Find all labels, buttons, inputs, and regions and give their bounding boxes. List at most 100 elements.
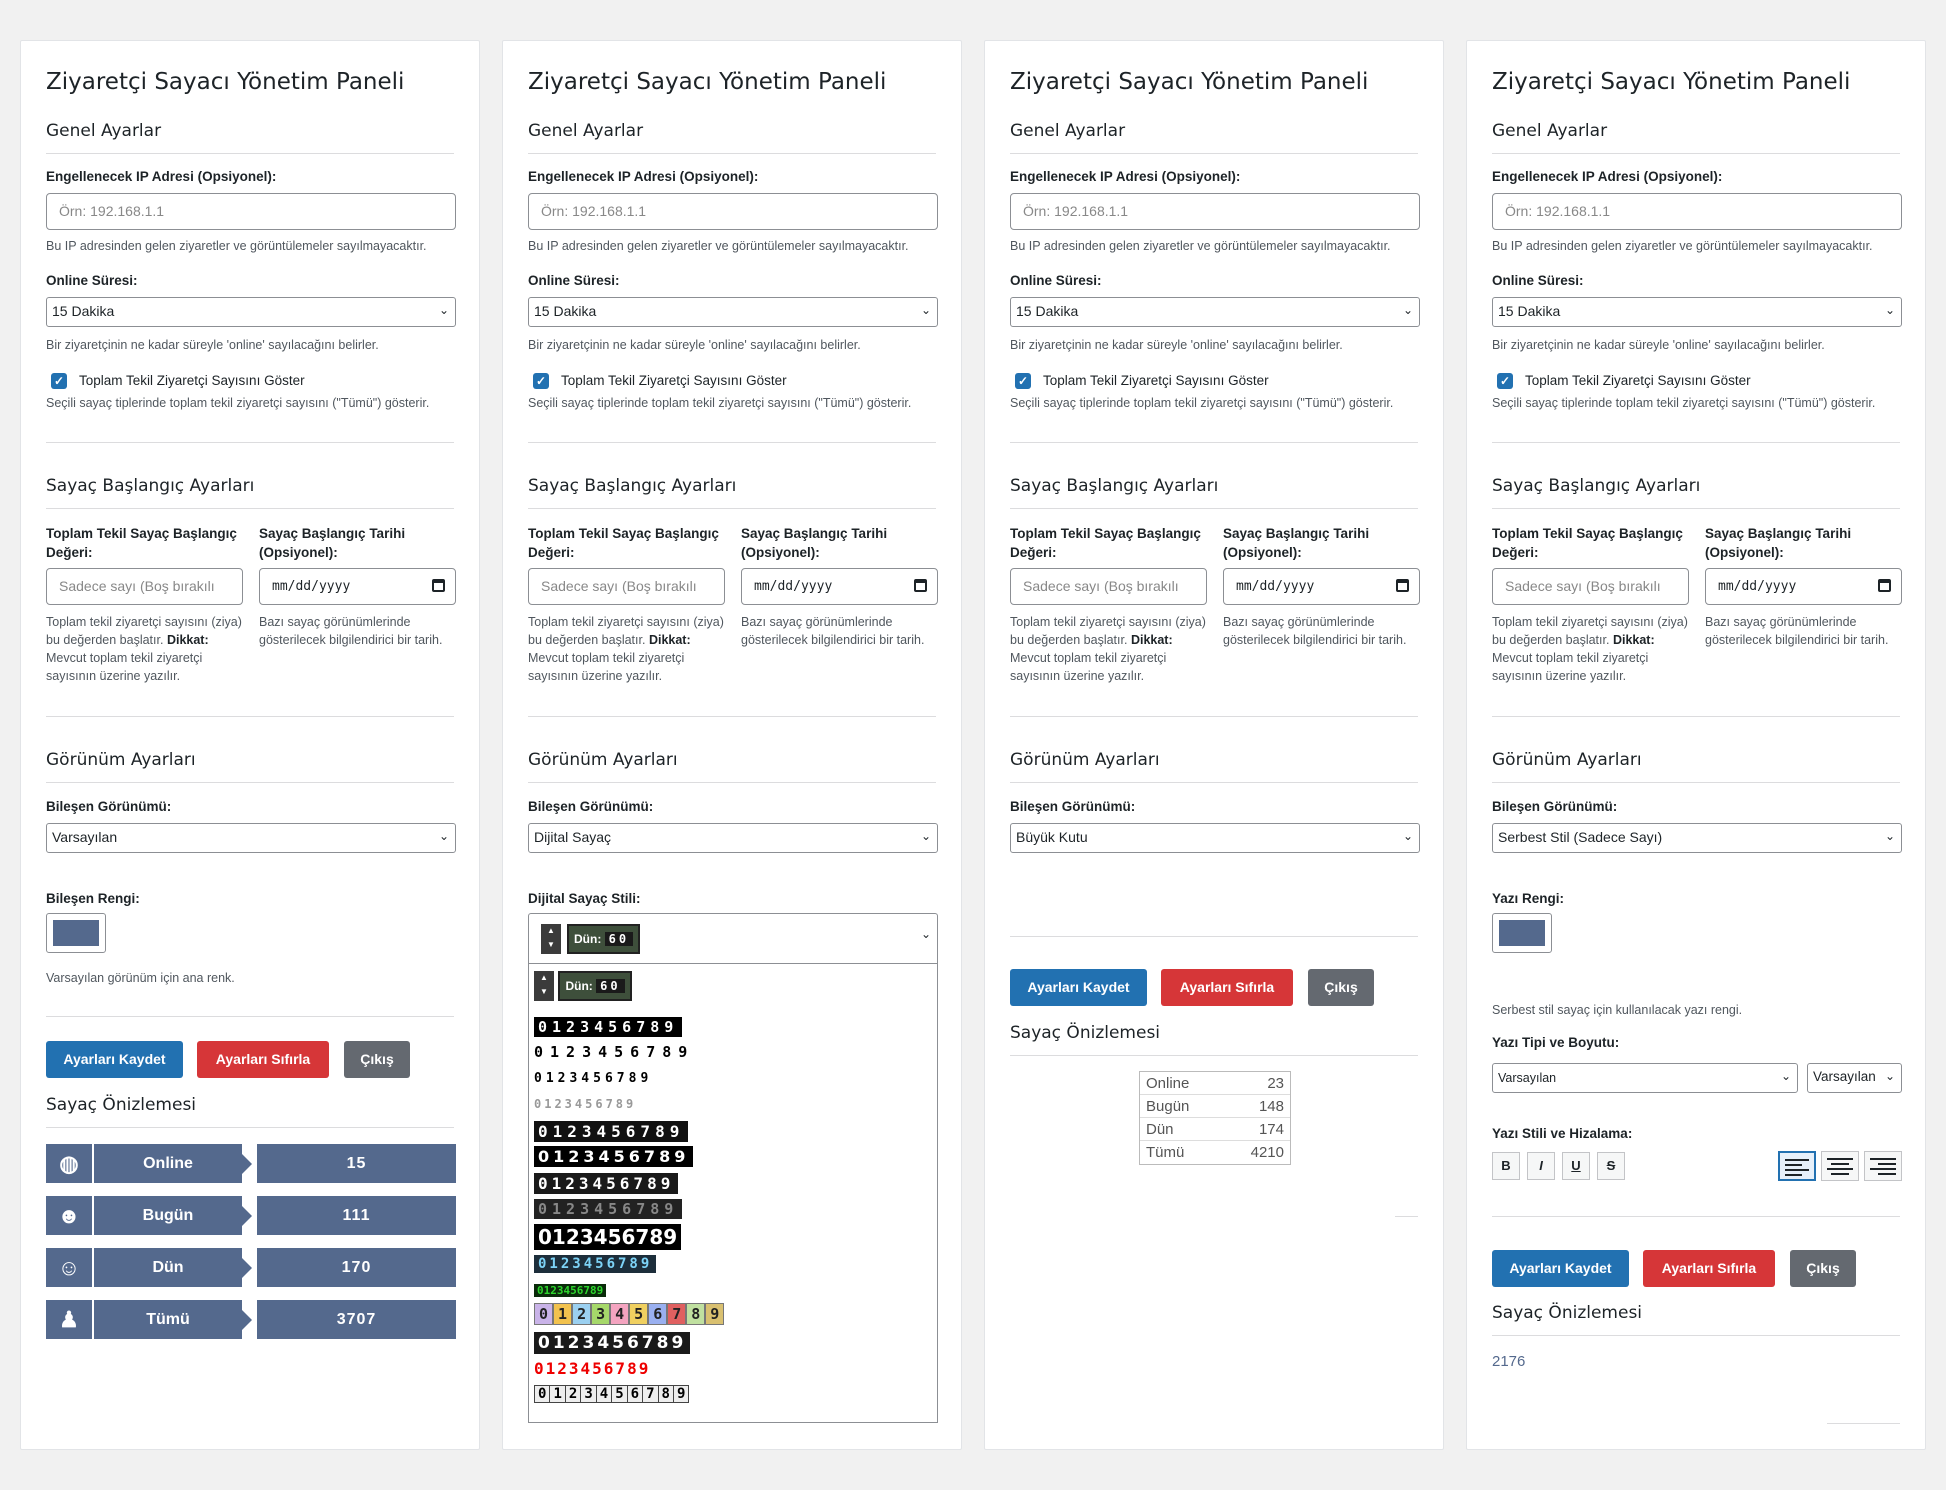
calendar-icon[interactable]: [914, 579, 927, 592]
section-start-heading: Sayaç Başlangıç Ayarları: [46, 476, 454, 509]
section-view-heading: Görünüm Ayarları: [1492, 750, 1900, 783]
start-value-input[interactable]: Sadece sayı (Boş bırakılı: [528, 568, 725, 605]
online-duration-select[interactable]: 15 Dakika ⌄: [528, 297, 938, 327]
section-start-heading: Sayaç Başlangıç Ayarları: [528, 476, 936, 509]
online-duration-select[interactable]: 15 Dakika ⌄: [1492, 297, 1902, 327]
save-settings-button[interactable]: Ayarları Kaydet: [1492, 1250, 1629, 1287]
start-date-input[interactable]: mm/dd/yyyy: [1223, 568, 1420, 605]
dropdown-option[interactable]: 0123456789: [529, 1170, 937, 1196]
ip-input[interactable]: Örn: 192.168.1.1: [1010, 193, 1420, 230]
start-value-input[interactable]: Sadece sayı (Boş bırakılı: [1492, 568, 1689, 605]
online-duration-select[interactable]: 15 Dakika ⌄: [1010, 297, 1420, 327]
component-view-select[interactable]: Dijital Sayaç ⌄: [528, 823, 938, 853]
preview-row: ◍ Online 15: [46, 1144, 456, 1183]
component-view-select[interactable]: Büyük Kutu ⌄: [1010, 823, 1420, 853]
component-view-value: Varsayılan: [52, 829, 118, 845]
digital-style-select[interactable]: ▲ ▼ Dün: 60 ⌄: [528, 913, 938, 963]
section-general-heading: Genel Ayarlar: [1492, 121, 1900, 154]
align-left-icon[interactable]: [1778, 1151, 1816, 1181]
underline-button[interactable]: U: [1562, 1152, 1590, 1180]
start-date-input[interactable]: mm/dd/yyyy: [1705, 568, 1902, 605]
calendar-icon[interactable]: [1878, 579, 1891, 592]
exit-button[interactable]: Çıkış: [1308, 969, 1374, 1006]
total-unique-checkbox-label: Toplam Tekil Ziyaretçi Sayısını Göster: [1525, 373, 1751, 388]
reset-settings-button[interactable]: Ayarları Sıfırla: [197, 1041, 329, 1078]
total-unique-description: Seçili sayaç tiplerinde toplam tekil ziy…: [1492, 396, 1876, 410]
exit-button[interactable]: Çıkış: [1790, 1250, 1856, 1287]
settings-panel-1: Ziyaretçi Sayacı Yönetim Paneli Genel Ay…: [20, 40, 480, 1450]
ip-label: Engellenecek IP Adresi (Opsiyonel):: [46, 169, 277, 184]
ip-input[interactable]: Örn: 192.168.1.1: [528, 193, 938, 230]
component-view-label: Bileşen Görünümü:: [528, 799, 654, 814]
online-label: Online Süresi:: [1010, 273, 1102, 288]
component-view-select[interactable]: Varsayılan ⌄: [46, 823, 456, 853]
font-family-select[interactable]: Varsayılan ⌄: [1492, 1063, 1798, 1093]
ip-input[interactable]: Örn: 192.168.1.1: [1492, 193, 1902, 230]
calendar-icon[interactable]: [432, 579, 445, 592]
chevron-down-icon: ⌄: [438, 303, 449, 317]
section-view-heading: Görünüm Ayarları: [1010, 750, 1418, 783]
start-value-label: Toplam Tekil Sayaç Başlangıç Değeri:: [528, 526, 719, 560]
start-value-input[interactable]: Sadece sayı (Boş bırakılı: [46, 568, 243, 605]
calendar-icon[interactable]: [1396, 579, 1409, 592]
start-value-input[interactable]: Sadece sayı (Boş bırakılı: [1010, 568, 1207, 605]
dropdown-option[interactable]: 0123456789: [529, 1066, 937, 1092]
bold-button[interactable]: B: [1492, 1152, 1520, 1180]
page-title: Ziyaretçi Sayacı Yönetim Paneli: [1492, 69, 1851, 95]
divider: [528, 442, 936, 443]
total-unique-checkbox[interactable]: ✓: [51, 373, 67, 389]
start-value-description: Toplam tekil ziyaretçi sayısını (ziya) b…: [528, 615, 724, 683]
dropdown-option[interactable]: 0123456789: [529, 1092, 937, 1118]
align-center-icon[interactable]: [1821, 1151, 1859, 1181]
save-settings-button[interactable]: Ayarları Kaydet: [1010, 969, 1147, 1006]
start-date-input[interactable]: mm/dd/yyyy: [259, 568, 456, 605]
total-unique-description: Seçili sayaç tiplerinde toplam tekil ziy…: [1010, 396, 1394, 410]
strikethrough-button[interactable]: S: [1597, 1152, 1625, 1180]
total-unique-checkbox[interactable]: ✓: [1015, 373, 1031, 389]
digital-style-label: Dijital Sayaç Stili:: [528, 891, 641, 906]
dropdown-option[interactable]: 0123456789: [529, 1252, 937, 1278]
online-label: Online Süresi:: [46, 273, 138, 288]
reset-settings-button[interactable]: Ayarları Sıfırla: [1643, 1250, 1775, 1287]
dropdown-option[interactable]: 0123456789: [529, 1014, 937, 1040]
dropdown-option[interactable]: 0123456789: [529, 1300, 937, 1330]
online-duration-select[interactable]: 15 Dakika ⌄: [46, 297, 456, 327]
ip-input[interactable]: Örn: 192.168.1.1: [46, 193, 456, 230]
dropdown-option[interactable]: 0123456789: [529, 1196, 937, 1222]
start-value-description: Toplam tekil ziyaretçi sayısını (ziya) b…: [1492, 615, 1688, 683]
save-settings-button[interactable]: Ayarları Kaydet: [46, 1041, 183, 1078]
font-label: Yazı Tipi ve Boyutu:: [1492, 1035, 1620, 1050]
dropdown-option[interactable]: 0123456789: [529, 1222, 937, 1252]
component-view-select[interactable]: Serbest Stil (Sadece Sayı) ⌄: [1492, 823, 1902, 853]
dropdown-option[interactable]: 0123456789: [529, 1330, 937, 1356]
total-unique-checkbox[interactable]: ✓: [533, 373, 549, 389]
dropdown-option[interactable]: 0123456789: [529, 1356, 937, 1382]
style-label: Yazı Stili ve Hizalama:: [1492, 1126, 1633, 1141]
reset-settings-button[interactable]: Ayarları Sıfırla: [1161, 969, 1293, 1006]
exit-button[interactable]: Çıkış: [344, 1041, 410, 1078]
big-box-row: Tümü 4210: [1146, 1144, 1284, 1161]
text-color-picker[interactable]: [1492, 913, 1552, 953]
component-view-label: Bileşen Görünümü:: [1010, 799, 1136, 814]
dropdown-option[interactable]: 0123456789: [529, 1118, 937, 1144]
dropdown-option[interactable]: 0123456789: [529, 1040, 937, 1066]
total-unique-checkbox-label: Toplam Tekil Ziyaretçi Sayısını Göster: [1043, 373, 1269, 388]
align-right-icon[interactable]: [1864, 1151, 1902, 1181]
font-size-select[interactable]: Varsayılan ⌄: [1807, 1063, 1902, 1093]
italic-button[interactable]: I: [1527, 1152, 1555, 1180]
divider: [1395, 1216, 1418, 1217]
section-start-heading: Sayaç Başlangıç Ayarları: [1010, 476, 1418, 509]
dropdown-option[interactable]: 0123456789: [529, 1382, 937, 1408]
divider: [46, 716, 454, 717]
total-unique-checkbox[interactable]: ✓: [1497, 373, 1513, 389]
divider: [46, 1016, 454, 1017]
divider: [1010, 936, 1418, 937]
online-label: Online Süresi:: [1492, 273, 1584, 288]
total-unique-description: Seçili sayaç tiplerinde toplam tekil ziy…: [528, 396, 912, 410]
dropdown-option[interactable]: 0123456789: [529, 1144, 937, 1170]
dropdown-option[interactable]: 0123456789: [529, 1278, 937, 1300]
component-color-picker[interactable]: [46, 913, 106, 953]
big-box-preview: Online 23 Bugün 148 Dün 174 Tümü 4210: [1139, 1071, 1291, 1165]
dropdown-option[interactable]: ▲ ▼ Dün: 60: [529, 968, 937, 1014]
start-date-input[interactable]: mm/dd/yyyy: [741, 568, 938, 605]
